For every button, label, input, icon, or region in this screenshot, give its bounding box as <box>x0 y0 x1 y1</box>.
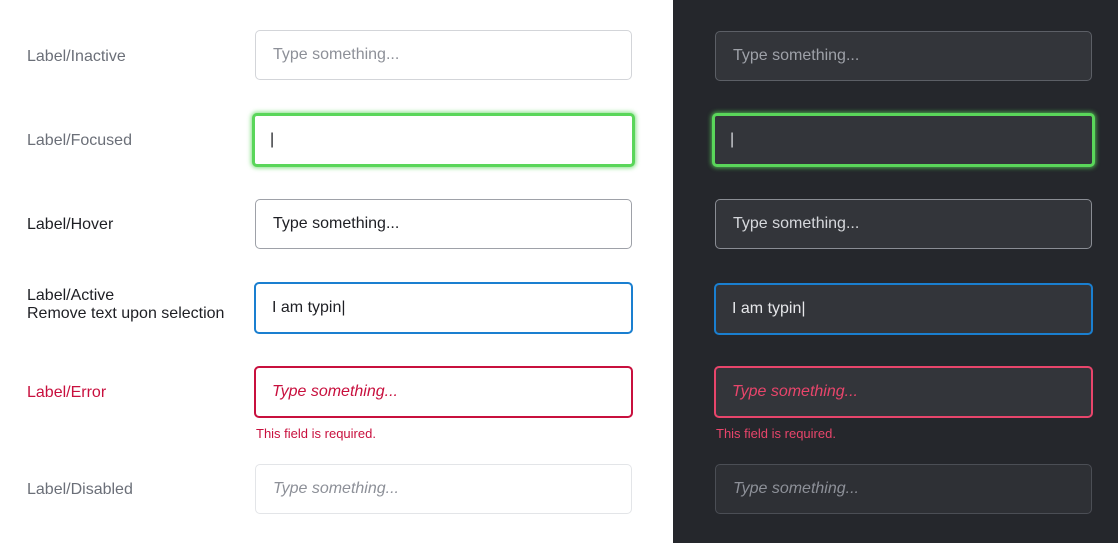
dark-error-placeholder: Type something... <box>732 383 858 400</box>
label-active: Label/Active Remove text upon selection <box>27 287 224 323</box>
dark-focused-value: | <box>730 131 735 148</box>
dark-disabled-input: Type something... <box>715 464 1092 514</box>
dark-active-value: I am typin| <box>732 300 806 317</box>
light-disabled-placeholder: Type something... <box>273 480 399 497</box>
light-error-placeholder: Type something... <box>272 383 398 400</box>
light-focused-input[interactable]: | <box>252 113 635 167</box>
light-focused-value: | <box>270 131 275 148</box>
dark-theme-panel <box>673 0 1118 543</box>
dark-inactive-placeholder: Type something... <box>733 47 860 64</box>
dark-active-input[interactable]: I am typin| <box>714 283 1093 335</box>
dark-hover-input[interactable]: Type something... <box>715 199 1092 249</box>
light-error-input[interactable]: Type something... <box>254 366 633 418</box>
light-disabled-input: Type something... <box>255 464 632 514</box>
dark-focused-input[interactable]: | <box>712 113 1095 167</box>
light-inactive-input[interactable]: Type something... <box>255 30 632 80</box>
label-focused: Label/Focused <box>27 132 132 149</box>
label-disabled: Label/Disabled <box>27 481 133 498</box>
light-hover-input[interactable]: Type something... <box>255 199 632 249</box>
dark-disabled-placeholder: Type something... <box>733 480 859 497</box>
light-theme-panel <box>0 0 673 543</box>
dark-inactive-input[interactable]: Type something... <box>715 31 1092 81</box>
dark-error-message: This field is required. <box>716 426 836 441</box>
light-active-value: I am typin| <box>272 299 346 316</box>
dark-hover-placeholder: Type something... <box>733 215 860 232</box>
light-inactive-placeholder: Type something... <box>273 46 400 63</box>
light-hover-placeholder: Type something... <box>273 215 400 232</box>
label-active-title: Label/Active <box>27 287 115 304</box>
dark-error-input[interactable]: Type something... <box>714 366 1093 418</box>
label-inactive: Label/Inactive <box>27 48 126 65</box>
label-error: Label/Error <box>27 384 107 401</box>
label-hover: Label/Hover <box>27 216 114 233</box>
label-active-note: Remove text upon selection <box>27 305 225 322</box>
light-active-input[interactable]: I am typin| <box>254 282 633 334</box>
light-error-message: This field is required. <box>256 426 376 441</box>
